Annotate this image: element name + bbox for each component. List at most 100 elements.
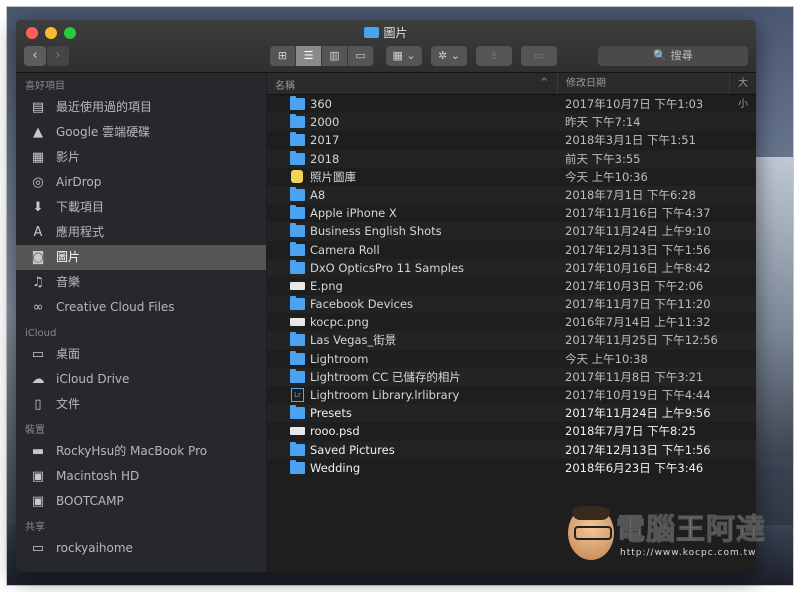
- arrange-button[interactable]: ▦ ⌄: [386, 46, 422, 66]
- sidebar-item[interactable]: ▭ 桌面: [16, 342, 266, 367]
- sidebar-item[interactable]: ◙ 圖片: [16, 245, 266, 270]
- gallery-view-button[interactable]: ▭: [348, 46, 374, 66]
- file-row[interactable]: E.png 2017年10月3日 下午2:06: [267, 277, 756, 295]
- documents-icon: ▯: [34, 397, 42, 412]
- folder-icon: [290, 259, 305, 274]
- share-button[interactable]: ⇪: [476, 46, 512, 66]
- folder-icon: [290, 441, 305, 456]
- file-row[interactable]: Camera Roll 2017年12月13日 下午1:56: [267, 241, 756, 259]
- sidebar-item[interactable]: ▤ 最近使用過的項目: [16, 95, 266, 120]
- column-header-size[interactable]: 大小: [729, 73, 756, 110]
- file-row[interactable]: 2018 前天 下午3:55: [267, 149, 756, 168]
- file-row[interactable]: kocpc.png 2016年7月14日 上午11:32: [267, 313, 756, 331]
- sidebar-section-favorites: 喜好項目: [25, 81, 65, 92]
- file-name: Apple iPhone X: [310, 206, 397, 221]
- sidebar-item[interactable]: ⬇ 下載項目: [16, 195, 266, 220]
- sidebar-item[interactable]: ∞ Creative Cloud Files: [16, 295, 266, 320]
- window-title-text: 圖片: [383, 26, 408, 40]
- file-row[interactable]: 2000 昨天 下午7:14: [267, 113, 756, 132]
- file-row[interactable]: 2017 2018年3月1日 下午1:51: [267, 131, 756, 149]
- recents-icon: ▤: [31, 100, 45, 115]
- tag-button[interactable]: ▭: [521, 46, 557, 66]
- watermark-mascot-icon: [568, 506, 614, 560]
- sidebar-item-label: BOOTCAMP: [56, 494, 124, 508]
- view-mode-group: ⊞ ☰ ▥ ▭: [270, 46, 374, 66]
- sidebar-item[interactable]: ▬ RockyHsu的 MacBook Pro: [16, 439, 266, 464]
- file-row[interactable]: 照片圖庫 今天 上午10:36: [267, 168, 756, 186]
- file-row[interactable]: Saved Pictures 2017年12月13日 下午1:56: [267, 440, 756, 459]
- file-name: Presets: [310, 406, 352, 421]
- applications-icon: A: [33, 225, 43, 240]
- file-date: 2017年11月8日 下午3:21: [565, 369, 704, 384]
- file-name: E.png: [310, 278, 343, 293]
- file-name: Facebook Devices: [310, 297, 414, 312]
- list-view-button[interactable]: ☰: [296, 46, 322, 66]
- sidebar-item[interactable]: ☁ iCloud Drive: [16, 367, 266, 392]
- sidebar-item-label: rockyaihome: [56, 541, 133, 555]
- file-name: Lightroom Library.lrlibrary: [310, 388, 460, 402]
- folder-icon: [290, 114, 305, 129]
- sidebar-item[interactable]: ▦ 影片: [16, 145, 266, 170]
- sidebar-item-label: 影片: [56, 150, 81, 164]
- folder-icon: [290, 405, 305, 420]
- forward-button[interactable]: ›: [47, 46, 69, 66]
- file-row[interactable]: Presets 2017年11月24日 上午9:56: [267, 404, 756, 423]
- file-row[interactable]: Facebook Devices 2017年11月7日 下午11:20: [267, 295, 756, 314]
- folder-icon: [290, 332, 305, 347]
- file-name: 2000: [310, 115, 340, 130]
- sidebar-item-label: 桌面: [56, 347, 81, 361]
- file-row[interactable]: Lightroom CC 已儲存的相片 2017年11月8日 下午3:21: [267, 367, 756, 386]
- sidebar-item-label: 應用程式: [56, 225, 105, 239]
- file-row[interactable]: A8 2018年7月1日 下午6:28: [267, 185, 756, 205]
- sidebar-item[interactable]: ▣ Macintosh HD: [16, 464, 266, 489]
- file-row[interactable]: Wedding 2018年6月23日 下午3:46: [267, 459, 756, 477]
- column-view-button[interactable]: ▥: [322, 46, 348, 66]
- file-date: 2017年11月24日 上午9:10: [565, 224, 711, 239]
- file-date: 今天 上午10:36: [565, 169, 648, 184]
- file-name: Lightroom: [310, 351, 369, 366]
- back-button[interactable]: ‹: [24, 46, 46, 66]
- file-name: 2018: [310, 151, 340, 166]
- sidebar-item[interactable]: ♫ 音樂: [16, 270, 266, 295]
- file-row[interactable]: Business English Shots 2017年11月24日 上午9:10: [267, 222, 756, 241]
- sidebar-item[interactable]: ◎ AirDrop: [16, 170, 266, 195]
- icon-view-button[interactable]: ⊞: [270, 46, 296, 66]
- file-row[interactable]: DxO OpticsPro 11 Samples 2017年10月16日 上午8:…: [267, 258, 756, 277]
- sidebar-item-label: Creative Cloud Files: [56, 300, 175, 314]
- file-row[interactable]: Las Vegas_街景 2017年11月25日 下午12:56: [267, 331, 756, 350]
- sidebar-item-label: RockyHsu的 MacBook Pro: [56, 444, 208, 458]
- file-name: Business English Shots: [310, 224, 442, 239]
- downloads-icon: ⬇: [32, 200, 44, 215]
- file-row[interactable]: 360 2017年10月7日 下午1:03: [267, 95, 756, 113]
- file-row[interactable]: Apple iPhone X 2017年11月16日 下午4:37: [267, 204, 756, 222]
- sidebar-item-label: 下載項目: [56, 200, 105, 214]
- file-icon: [290, 427, 305, 436]
- watermark: 電腦王阿達 http://www.kocpc.com.tw: [568, 500, 788, 576]
- file-name: rooo.psd: [310, 424, 360, 439]
- search-field[interactable]: 🔍 搜尋: [598, 46, 748, 66]
- sidebar-item[interactable]: ▯ 文件: [16, 392, 266, 417]
- file-row[interactable]: Lr Lightroom Library.lrlibrary 2017年10月19日…: [267, 386, 756, 404]
- disk-icon: ▣: [31, 469, 45, 484]
- sidebar-item[interactable]: ▭ rockyaihome: [16, 536, 266, 561]
- folder-icon: [290, 296, 305, 311]
- file-date: 2017年10月16日 上午8:42: [565, 260, 711, 275]
- file-name: Las Vegas_街景: [310, 333, 397, 348]
- sidebar-item[interactable]: ▲ Google 雲端硬碟: [16, 120, 266, 145]
- folder-icon: [290, 96, 305, 110]
- sidebar-item[interactable]: A 應用程式: [16, 220, 266, 245]
- file-name: 照片圖庫: [310, 169, 356, 184]
- folder-icon: [290, 150, 305, 165]
- sidebar-item-label: Macintosh HD: [56, 469, 140, 483]
- file-name: 360: [310, 97, 332, 111]
- file-date: 2017年11月16日 下午4:37: [565, 206, 711, 221]
- computer-icon: ▭: [31, 541, 45, 556]
- column-header-date[interactable]: 修改日期: [557, 73, 606, 94]
- file-icon: [290, 281, 305, 290]
- file-row[interactable]: Lightroom 今天 上午10:38: [267, 350, 756, 368]
- column-header-name[interactable]: 名稱: [275, 77, 295, 92]
- action-gear-button[interactable]: ✲ ⌄: [431, 46, 467, 66]
- sidebar-item[interactable]: ▣ BOOTCAMP: [16, 489, 266, 514]
- folder-icon: [290, 132, 305, 147]
- file-row[interactable]: rooo.psd 2018年7月7日 下午8:25: [267, 422, 756, 440]
